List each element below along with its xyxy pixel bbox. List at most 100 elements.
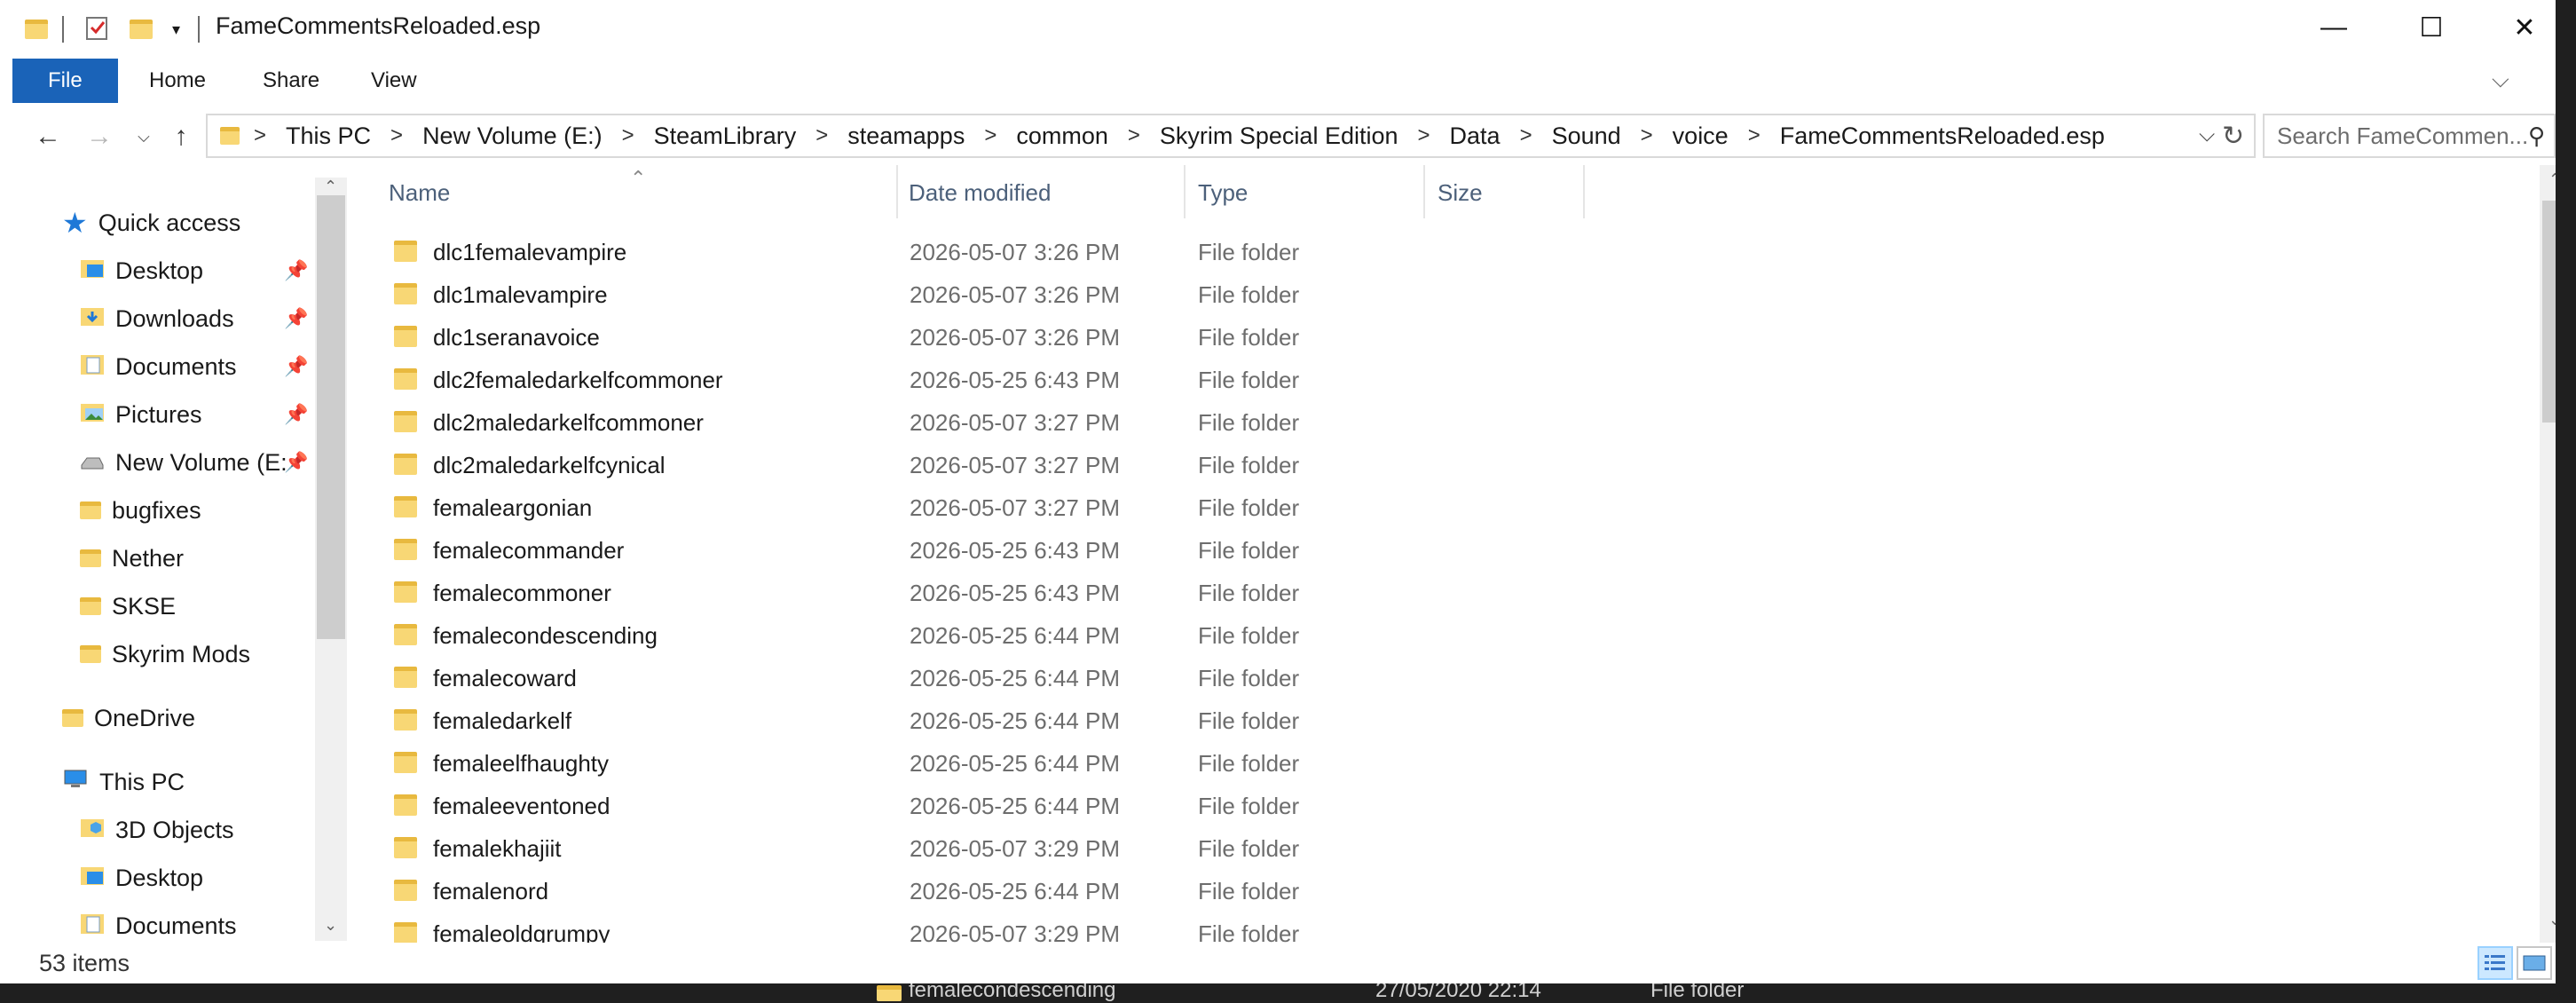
up-arrow-icon[interactable]: ↑ bbox=[163, 119, 199, 154]
file-name: dlc2maledarkelfcommoner bbox=[433, 409, 704, 436]
file-type: File folder bbox=[1198, 665, 1300, 691]
column-header-date[interactable]: Date modified bbox=[898, 165, 1186, 218]
table-row[interactable]: femaledarkelf 2026-05-25 6:44 PM File fold… bbox=[355, 699, 2218, 742]
tab-view[interactable]: View bbox=[346, 59, 442, 103]
folder-icon bbox=[394, 880, 417, 901]
nav-label: OneDrive bbox=[94, 704, 196, 731]
table-row[interactable]: femalekhajiit 2026-05-07 3:29 PM File fold… bbox=[355, 827, 2218, 870]
table-row[interactable]: femalenord 2026-05-25 6:44 PM File folder bbox=[355, 870, 2218, 912]
file-date: 2026-05-07 3:27 PM bbox=[910, 494, 1121, 521]
nav-item-desktop[interactable]: Desktop bbox=[80, 250, 203, 291]
star-icon: ★ bbox=[62, 207, 88, 239]
table-row[interactable]: femalecommander 2026-05-25 6:43 PM File fo… bbox=[355, 529, 2218, 572]
table-row[interactable]: femaleeventoned 2026-05-25 6:44 PM File fo… bbox=[355, 785, 2218, 827]
location-folder-icon bbox=[220, 127, 240, 145]
table-row[interactable]: dlc1femalevampire 2026-05-07 3:26 PM File … bbox=[355, 231, 2218, 273]
breadcrumb-separator: > bbox=[1127, 123, 1140, 147]
nav-item-pc-documents[interactable]: Documents bbox=[80, 905, 237, 941]
scroll-down-arrow-icon[interactable]: ⌄ bbox=[2548, 911, 2556, 929]
breadcrumb-steamapps[interactable]: steamapps bbox=[847, 122, 965, 150]
file-name: femaleeventoned bbox=[433, 793, 611, 819]
breadcrumb-sound[interactable]: Sound bbox=[1552, 122, 1621, 150]
nav-item-nether[interactable]: Nether bbox=[80, 538, 184, 579]
table-row[interactable]: femaleelfhaughty 2026-05-25 6:44 PM File f… bbox=[355, 742, 2218, 785]
scroll-up-arrow-icon[interactable]: ⌃ bbox=[324, 178, 337, 196]
forward-arrow-icon[interactable]: → bbox=[82, 119, 117, 154]
new-folder-icon[interactable] bbox=[130, 20, 153, 39]
scroll-down-arrow-icon[interactable]: ⌄ bbox=[324, 916, 337, 935]
customize-toolbar-icon[interactable]: ▾ bbox=[172, 20, 180, 39]
table-row[interactable]: femaleoldgrumpy 2026-05-07 3:29 PM File fo… bbox=[355, 912, 2218, 943]
nav-onedrive[interactable]: OneDrive bbox=[62, 698, 195, 738]
table-row[interactable]: femalecondescending 2026-05-25 6:44 PM Fil… bbox=[355, 614, 2218, 657]
column-header-size[interactable]: Size bbox=[1425, 165, 1585, 218]
title-bar: ▾ FameCommentsReloaded.esp — ☐ ✕ bbox=[0, 0, 2556, 55]
pin-icon: 📌 bbox=[284, 307, 309, 329]
table-row[interactable]: dlc2maledarkelfcommoner 2026-05-07 3:27 P… bbox=[355, 401, 2218, 444]
nav-item-skse[interactable]: SKSE bbox=[80, 586, 176, 627]
tab-home[interactable]: Home bbox=[124, 59, 231, 103]
nav-quick-access[interactable]: ★ Quick access bbox=[62, 202, 240, 243]
nav-item-downloads[interactable]: Downloads bbox=[80, 298, 234, 339]
breadcrumb-common[interactable]: common bbox=[1016, 122, 1108, 150]
scroll-up-arrow-icon[interactable]: ⌃ bbox=[2548, 170, 2556, 189]
table-row[interactable]: femalecoward 2026-05-25 6:44 PM File folde… bbox=[355, 657, 2218, 699]
back-arrow-icon[interactable]: ← bbox=[30, 119, 66, 154]
nav-item-documents[interactable]: Documents bbox=[80, 346, 237, 387]
nav-label: bugfixes bbox=[112, 496, 201, 524]
breadcrumb-data[interactable]: Data bbox=[1450, 122, 1501, 150]
nav-scroll-thumb[interactable] bbox=[317, 195, 345, 639]
breadcrumb-steamlibrary[interactable]: SteamLibrary bbox=[654, 122, 797, 150]
breadcrumb-voice[interactable]: voice bbox=[1673, 122, 1729, 150]
file-date: 2026-05-07 3:26 PM bbox=[910, 239, 1121, 265]
file-name: femaledarkelf bbox=[433, 707, 572, 734]
breadcrumb-famecommentsreloaded[interactable]: FameCommentsReloaded.esp bbox=[1780, 122, 2105, 150]
nav-item-bugfixes[interactable]: bugfixes bbox=[80, 490, 201, 531]
nav-label: Desktop bbox=[115, 864, 204, 891]
file-name: dlc2femaledarkelfcommoner bbox=[433, 367, 723, 393]
nav-item-new-volume[interactable]: New Volume (E:) bbox=[80, 442, 288, 483]
column-header-type[interactable]: Type bbox=[1186, 165, 1425, 218]
address-dropdown-chevron-icon[interactable]: ⌵ bbox=[2199, 122, 2215, 147]
table-row[interactable]: femalecommoner 2026-05-25 6:43 PM File fol… bbox=[355, 572, 2218, 614]
downloads-icon bbox=[80, 305, 105, 333]
breadcrumb-new-volume[interactable]: New Volume (E:) bbox=[422, 122, 603, 150]
nav-label: Nether bbox=[112, 544, 185, 572]
file-list-scroll-thumb[interactable] bbox=[2542, 201, 2556, 423]
table-row[interactable]: femaleargonian 2026-05-07 3:27 PM File fol… bbox=[355, 486, 2218, 529]
nav-item-skyrim-mods[interactable]: Skyrim Mods bbox=[80, 634, 250, 675]
breadcrumb-this-pc[interactable]: This PC bbox=[286, 122, 371, 150]
nav-item-pc-desktop[interactable]: Desktop bbox=[80, 857, 203, 898]
address-field[interactable]: > This PC > New Volume (E:) > SteamLibra… bbox=[206, 114, 2256, 158]
search-icon[interactable]: ⚲ bbox=[2528, 115, 2545, 156]
refresh-icon[interactable]: ↻ bbox=[2222, 121, 2244, 152]
minimize-button[interactable]: — bbox=[2289, 0, 2378, 55]
tab-share[interactable]: Share bbox=[238, 59, 344, 103]
nav-item-pictures[interactable]: Pictures bbox=[80, 394, 202, 435]
file-list-scrollbar[interactable]: ⌃ ⌄ bbox=[2540, 165, 2556, 943]
maximize-button[interactable]: ☐ bbox=[2387, 0, 2476, 55]
table-row[interactable]: dlc1malevampire 2026-05-07 3:26 PM File fo… bbox=[355, 273, 2218, 316]
properties-icon[interactable] bbox=[85, 14, 110, 45]
table-row[interactable]: dlc2femaledarkelfcommoner 2026-05-25 6:43… bbox=[355, 359, 2218, 401]
folder-icon bbox=[394, 241, 417, 262]
nav-this-pc[interactable]: This PC bbox=[62, 762, 185, 802]
close-button[interactable]: ✕ bbox=[2480, 0, 2556, 55]
column-header-name[interactable]: Name ⌃ bbox=[355, 165, 898, 218]
file-date: 2026-05-07 3:26 PM bbox=[910, 281, 1121, 308]
folder-icon bbox=[394, 411, 417, 432]
nav-pane-scrollbar[interactable]: ⌃ ⌄ bbox=[315, 178, 347, 941]
table-row[interactable]: dlc2maledarkelfcynical 2026-05-07 3:27 PM… bbox=[355, 444, 2218, 486]
tab-file[interactable]: File bbox=[12, 59, 118, 103]
quick-access-toolbar: ▾ bbox=[25, 14, 201, 45]
table-row[interactable]: dlc1seranavoice 2026-05-07 3:26 PM File fo… bbox=[355, 316, 2218, 359]
large-icons-view-button[interactable] bbox=[2517, 946, 2552, 980]
breadcrumb-skyrim-special-edition[interactable]: Skyrim Special Edition bbox=[1160, 122, 1398, 150]
nav-item-3d-objects[interactable]: 3D Objects bbox=[80, 810, 234, 850]
search-input[interactable]: Search FameCommen... ⚲ bbox=[2263, 114, 2556, 158]
recent-locations-chevron-icon[interactable]: ⌵ bbox=[126, 119, 161, 154]
details-view-button[interactable] bbox=[2478, 946, 2513, 980]
explorer-window: ▾ FameCommentsReloaded.esp — ☐ ✕ File Ho… bbox=[0, 0, 2556, 983]
ribbon-expand-icon[interactable]: ⌵ bbox=[2492, 66, 2509, 94]
folder-icon bbox=[394, 922, 417, 943]
